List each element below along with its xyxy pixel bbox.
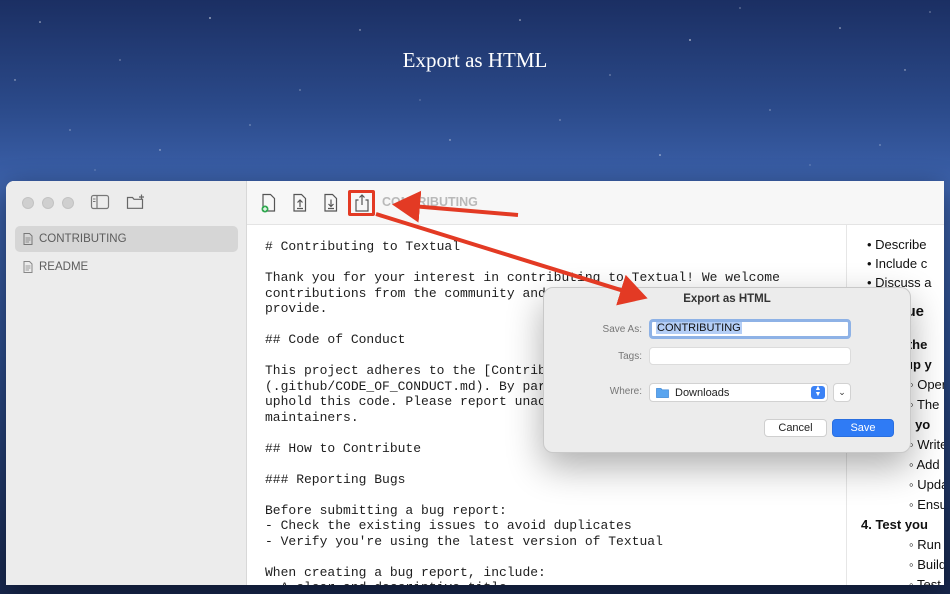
close-window-button[interactable] <box>22 197 34 209</box>
sidebar-file-contributing[interactable]: CONTRIBUTING <box>15 226 238 252</box>
chevron-updown-icon: ▲ ▼ <box>811 385 825 399</box>
new-folder-icon[interactable] <box>126 193 146 211</box>
where-select[interactable]: Downloads ▲ ▼ <box>649 383 828 402</box>
save-as-label: Save As: <box>602 324 642 335</box>
document-icon <box>23 261 33 273</box>
sidebar-file-readme[interactable]: README <box>15 254 238 280</box>
hero-title: Export as HTML <box>402 48 548 72</box>
expand-dialog-button[interactable]: ⌄ <box>833 383 851 402</box>
where-label: Where: <box>609 386 642 397</box>
tags-input[interactable] <box>649 347 851 365</box>
document-icon <box>23 233 33 245</box>
document-title: CONTRIBUTING <box>382 195 478 209</box>
preview-line: ◦ Oper <box>909 377 944 392</box>
preview-line: • Include c <box>867 256 928 271</box>
preview-line: ◦ Add <box>909 457 940 472</box>
preview-line: ◦ Test <box>909 577 941 585</box>
preview-line: ◦ The <box>909 397 940 412</box>
window-controls <box>22 197 74 209</box>
export-button-highlight <box>348 190 375 216</box>
save-as-value: CONTRIBUTING <box>656 322 742 334</box>
import-icon[interactable] <box>291 193 309 213</box>
save-as-input[interactable]: CONTRIBUTING <box>649 319 851 339</box>
cancel-button[interactable]: Cancel <box>764 419 827 437</box>
preview-line: • Describe <box>867 237 927 252</box>
where-value: Downloads <box>675 386 730 399</box>
minimize-window-button[interactable] <box>42 197 54 209</box>
save-button[interactable]: Save <box>832 419 894 437</box>
preview-line: ◦ Ensu <box>909 497 944 512</box>
folder-icon <box>656 388 669 398</box>
preview-line: ◦ Write <box>909 437 944 452</box>
sidebar: CONTRIBUTING README <box>6 181 247 585</box>
preview-line: ◦ Run <box>909 537 942 552</box>
preview-line: ◦ Upda <box>909 477 944 492</box>
preview-line: 4. Test you <box>861 517 928 532</box>
new-document-icon[interactable] <box>260 193 278 213</box>
export-dialog: Export as HTML Save As: CONTRIBUTING Tag… <box>543 287 911 453</box>
tags-label: Tags: <box>618 351 642 362</box>
export-file-icon[interactable] <box>322 193 340 213</box>
dialog-title: Export as HTML <box>683 293 771 305</box>
toolbar: CONTRIBUTING <box>247 181 944 225</box>
sidebar-file-label: README <box>39 261 89 273</box>
zoom-window-button[interactable] <box>62 197 74 209</box>
preview-line: ◦ Build <box>909 557 944 572</box>
sidebar-file-label: CONTRIBUTING <box>39 233 127 245</box>
sidebar-toggle-icon[interactable] <box>90 193 110 211</box>
